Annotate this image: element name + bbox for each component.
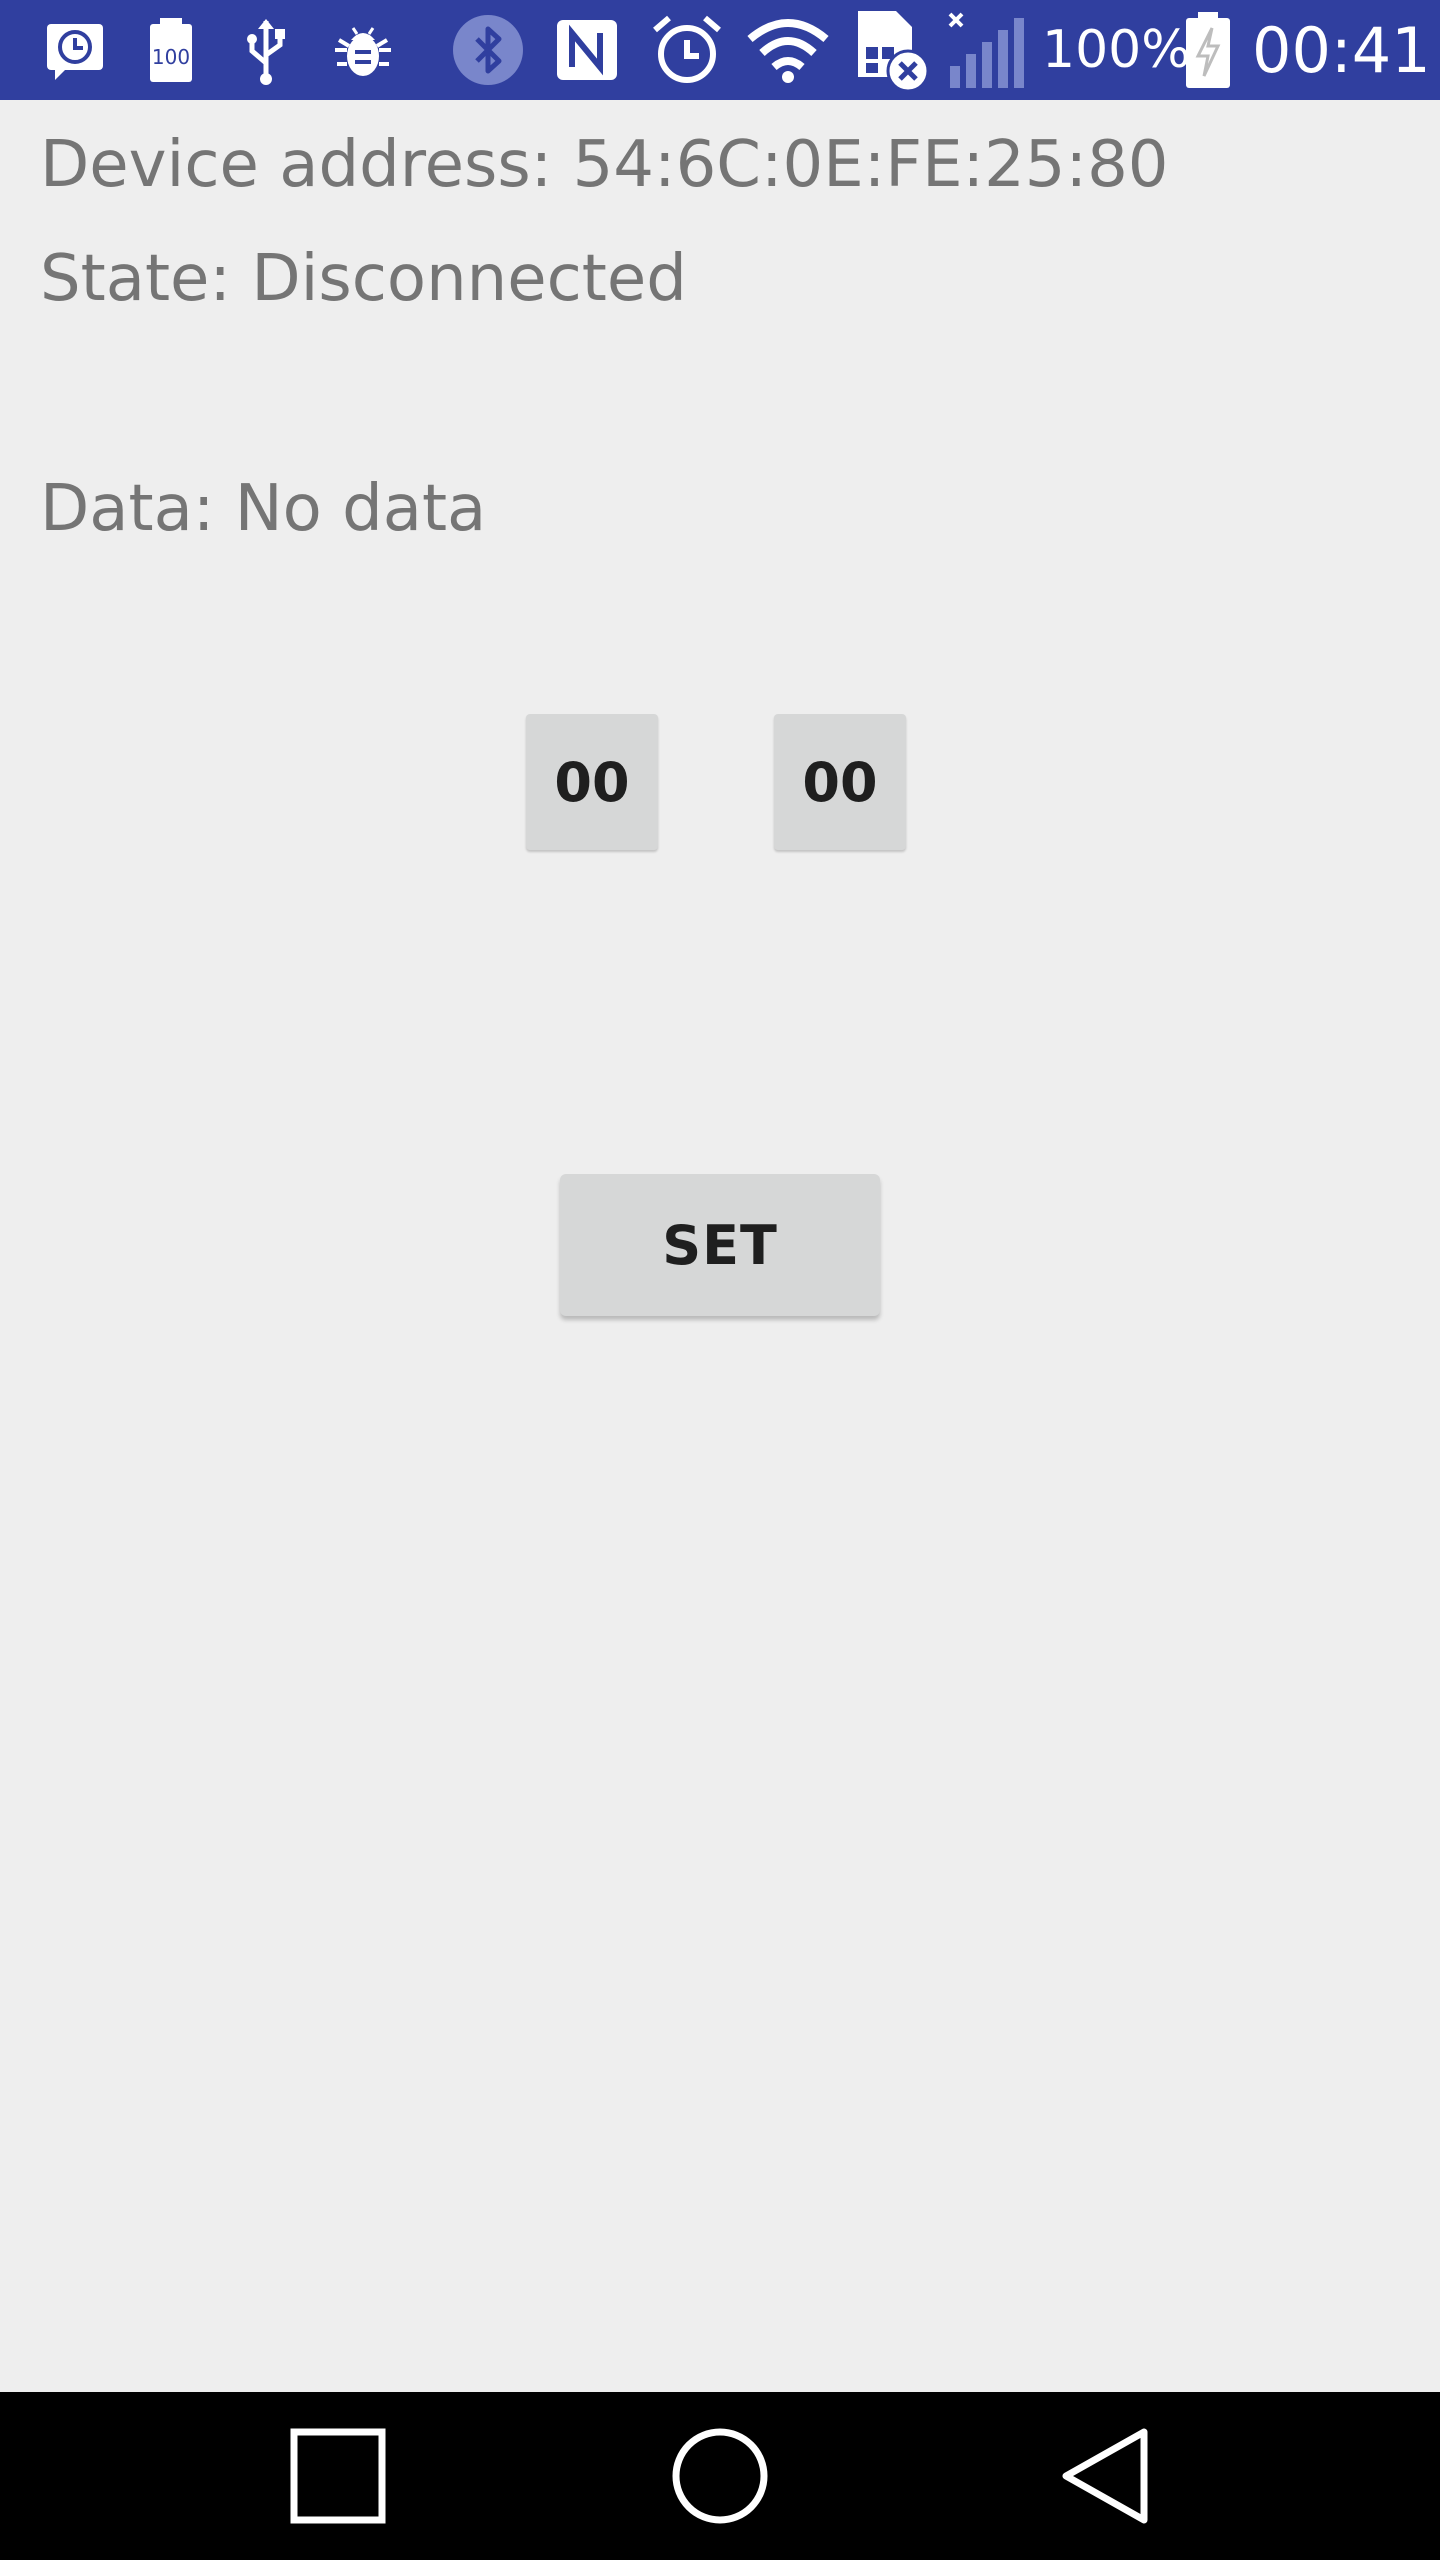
sim-missing-icon [852,0,934,100]
data-label: Data: No data [40,472,487,546]
battery-percent: 100% [1042,20,1191,80]
navigation-bar [0,2392,1440,2560]
bug-icon [328,0,398,100]
clock-time: 00:41 [1252,13,1431,87]
battery-charging-icon [1180,0,1236,100]
nfc-icon [552,0,622,100]
back-icon[interactable] [1004,2392,1204,2560]
recents-icon[interactable] [238,2392,438,2560]
state-label: State: Disconnected [40,242,687,316]
screen-clock-icon [40,0,110,100]
status-bar: 100 100% 00:41 [0,0,1440,100]
alarm-icon [648,0,726,100]
home-icon[interactable] [620,2392,820,2560]
device-address-label: Device address: 54:6C:0E:FE:25:80 [40,128,1169,202]
battery-100-icon: 100 [140,0,202,100]
bluetooth-icon [448,0,528,100]
main-content: Device address: 54:6C:0E:FE:25:80 State:… [0,100,1440,2392]
wifi-icon [746,0,830,100]
cell-signal-icon [946,0,1030,100]
hours-picker-button[interactable]: 00 [526,714,658,850]
svg-text:100: 100 [152,45,190,69]
set-button[interactable]: SET [560,1174,880,1316]
usb-icon [236,0,296,100]
minutes-picker-button[interactable]: 00 [774,714,906,850]
